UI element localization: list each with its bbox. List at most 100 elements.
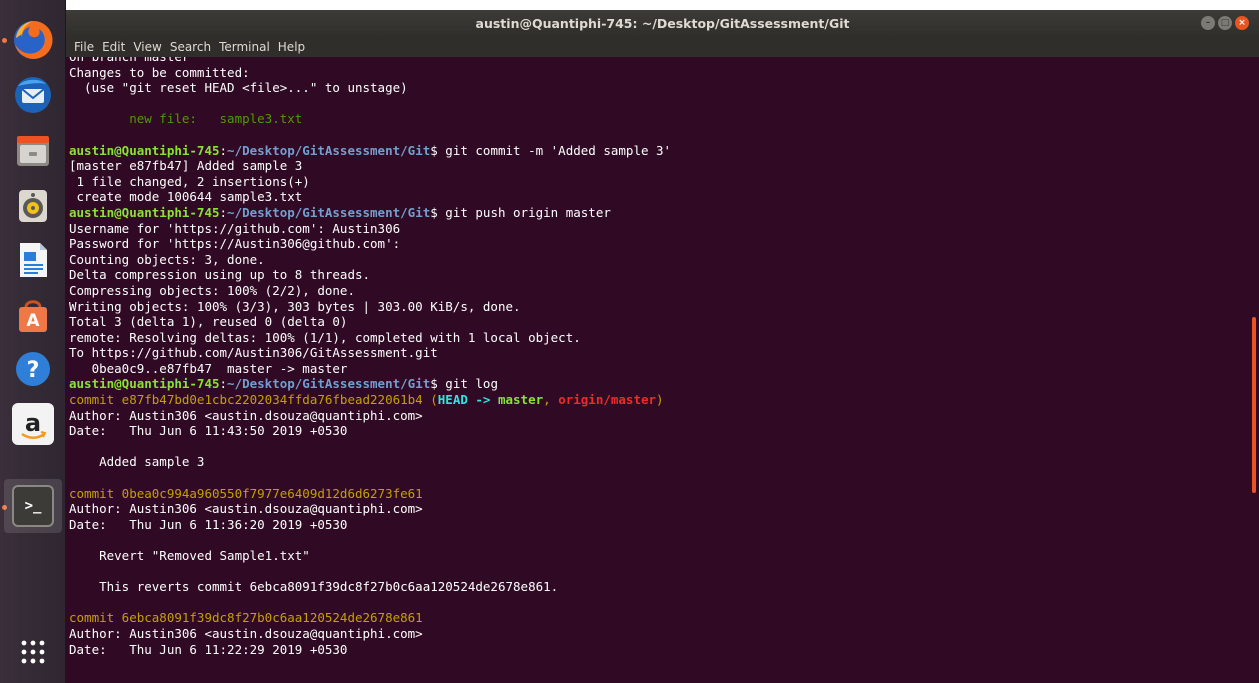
terminal-text: (use "git reset HEAD <file>..." to unsta… [69,80,408,96]
files-icon [17,136,49,166]
terminal-text: commit 0bea0c994a960550f7977e6409d12d6d6… [69,485,423,501]
menu-terminal[interactable]: Terminal [215,40,274,54]
launcher-terminal[interactable]: >_ [9,482,57,530]
terminal-text: ~/Desktop/GitAssessment/Git [227,142,431,158]
launcher-thunderbird[interactable] [9,71,57,119]
terminal-text: This reverts commit 6ebca8091f39dc8f27b0… [69,579,559,595]
launcher-writer[interactable] [9,236,57,284]
terminal-line: Username for 'https://github.com': Austi… [69,221,671,237]
terminal-text: 0bea0c9..e87fb47 master -> master [69,360,348,376]
terminal-lines: On branch masterChanges to be committed:… [69,57,671,657]
terminal-text: Writing objects: 100% (3/3), 303 bytes |… [69,298,521,314]
terminal-window: austin@Quantiphi-745: ~/Desktop/GitAsses… [66,10,1259,683]
svg-text:?: ? [27,358,40,383]
firefox-icon [14,20,53,59]
terminal-line: austin@Quantiphi-745:~/Desktop/GitAssess… [69,205,671,221]
terminal-text: Author: Austin306 <austin.dsouza@quantip… [69,501,423,517]
terminal-line: [master e87fb47] Added sample 3 [69,158,671,174]
terminal-text: Added sample 3 [69,454,205,470]
terminal-text: Author: Austin306 <austin.dsouza@quantip… [69,625,423,641]
terminal-line: commit e87fb47bd0e1cbc2202034ffda76fbead… [69,392,671,408]
terminal-line: Compressing objects: 100% (2/2), done. [69,283,671,299]
menu-search[interactable]: Search [166,40,215,54]
terminal-text: $ git commit -m 'Added sample 3' [430,142,672,158]
terminal-text: austin@Quantiphi-745 [69,376,220,392]
terminal-output[interactable]: On branch masterChanges to be committed:… [66,57,1250,683]
terminal-line: create mode 100644 sample3.txt [69,189,671,205]
terminal-line: Total 3 (delta 1), reused 0 (delta 0) [69,314,671,330]
software-center-icon: A [19,300,47,332]
window-controls: – □ × [1201,16,1249,30]
maximize-icon: □ [1220,18,1230,28]
launcher-amazon[interactable]: a [9,400,57,448]
terminal-line: Date: Thu Jun 6 11:43:50 2019 +0530 [69,423,671,439]
menu-bar: File Edit View Search Terminal Help [66,37,1259,57]
minimize-icon: – [1205,18,1211,28]
terminal-line: commit 6ebca8091f39dc8f27b0c6aa120524de2… [69,610,671,626]
terminal-line: Added sample 3 [69,454,671,470]
terminal-text: [master e87fb47] Added sample 3 [69,158,303,174]
terminal-text: ~/Desktop/GitAssessment/Git [227,376,431,392]
launcher-show-apps[interactable] [9,632,57,672]
terminal-line: This reverts commit 6ebca8091f39dc8f27b0… [69,579,671,595]
scrollbar-thumb[interactable] [1252,317,1256,493]
close-button[interactable]: × [1235,16,1249,30]
terminal-line: Password for 'https://Austin306@github.c… [69,236,671,252]
menu-view[interactable]: View [129,40,165,54]
window-title: austin@Quantiphi-745: ~/Desktop/GitAsses… [475,16,850,31]
terminal-text: new file: sample3.txt [69,111,303,127]
terminal-line: Author: Austin306 <austin.dsouza@quantip… [69,501,671,517]
menu-help[interactable]: Help [274,40,309,54]
terminal-text: Date: Thu Jun 6 11:36:20 2019 +0530 [69,516,348,532]
terminal-text: Delta compression using up to 8 threads. [69,267,371,283]
terminal-line: new file: sample3.txt [69,111,671,127]
launcher-firefox[interactable] [9,16,57,64]
minimize-button[interactable]: – [1201,16,1215,30]
terminal-scrollbar[interactable] [1250,57,1259,683]
terminal-text: ) [656,392,664,408]
terminal-text: Username for 'https://github.com': Austi… [69,220,401,236]
launcher-help[interactable]: ? [9,345,57,393]
amazon-icon: a [12,403,54,445]
help-icon: ? [12,348,54,390]
terminal-text: Counting objects: 3, done. [69,251,265,267]
menu-edit[interactable]: Edit [98,40,129,54]
terminal-line: To https://github.com/Austin306/GitAsses… [69,345,671,361]
terminal-line: On branch master [69,57,671,65]
maximize-button[interactable]: □ [1218,16,1232,30]
window-titlebar[interactable]: austin@Quantiphi-745: ~/Desktop/GitAsses… [66,10,1259,37]
terminal-line: austin@Quantiphi-745:~/Desktop/GitAssess… [69,143,671,159]
thunderbird-icon [15,77,51,113]
launcher-rhythmbox[interactable] [9,182,57,230]
terminal-line: Writing objects: 100% (3/3), 303 bytes |… [69,299,671,315]
terminal-text: On branch master [69,57,189,64]
terminal-text: Password for 'https://Austin306@github.c… [69,236,401,252]
terminal-text: master [497,392,544,408]
terminal-text: $ git log [430,376,498,392]
terminal-text: remote: Resolving deltas: 100% (1/1), co… [69,329,581,345]
svg-text:a: a [25,409,41,437]
launcher-files[interactable] [9,127,57,175]
terminal-text: Date: Thu Jun 6 11:43:50 2019 +0530 [69,423,348,439]
terminal-text: ~/Desktop/GitAssessment/Git [227,204,431,220]
terminal-text: commit e87fb47bd0e1cbc2202034ffda76fbead… [69,392,438,408]
show-apps-icon [21,640,45,664]
terminal-text: origin/master [558,392,657,408]
terminal-line: 0bea0c9..e87fb47 master -> master [69,361,671,377]
svg-text:A: A [26,311,40,331]
terminal-text: Total 3 (delta 1), reused 0 (delta 0) [69,314,348,330]
terminal-line: Author: Austin306 <austin.dsouza@quantip… [69,626,671,642]
launcher-software[interactable]: A [9,291,57,339]
terminal-text: : [219,204,228,220]
terminal-text: Date: Thu Jun 6 11:22:29 2019 +0530 [69,641,348,657]
terminal-text: commit 6ebca8091f39dc8f27b0c6aa120524de2… [69,610,423,626]
close-icon: × [1238,18,1246,28]
menu-file[interactable]: File [70,40,98,54]
terminal-text: To https://github.com/Austin306/GitAsses… [69,345,438,361]
